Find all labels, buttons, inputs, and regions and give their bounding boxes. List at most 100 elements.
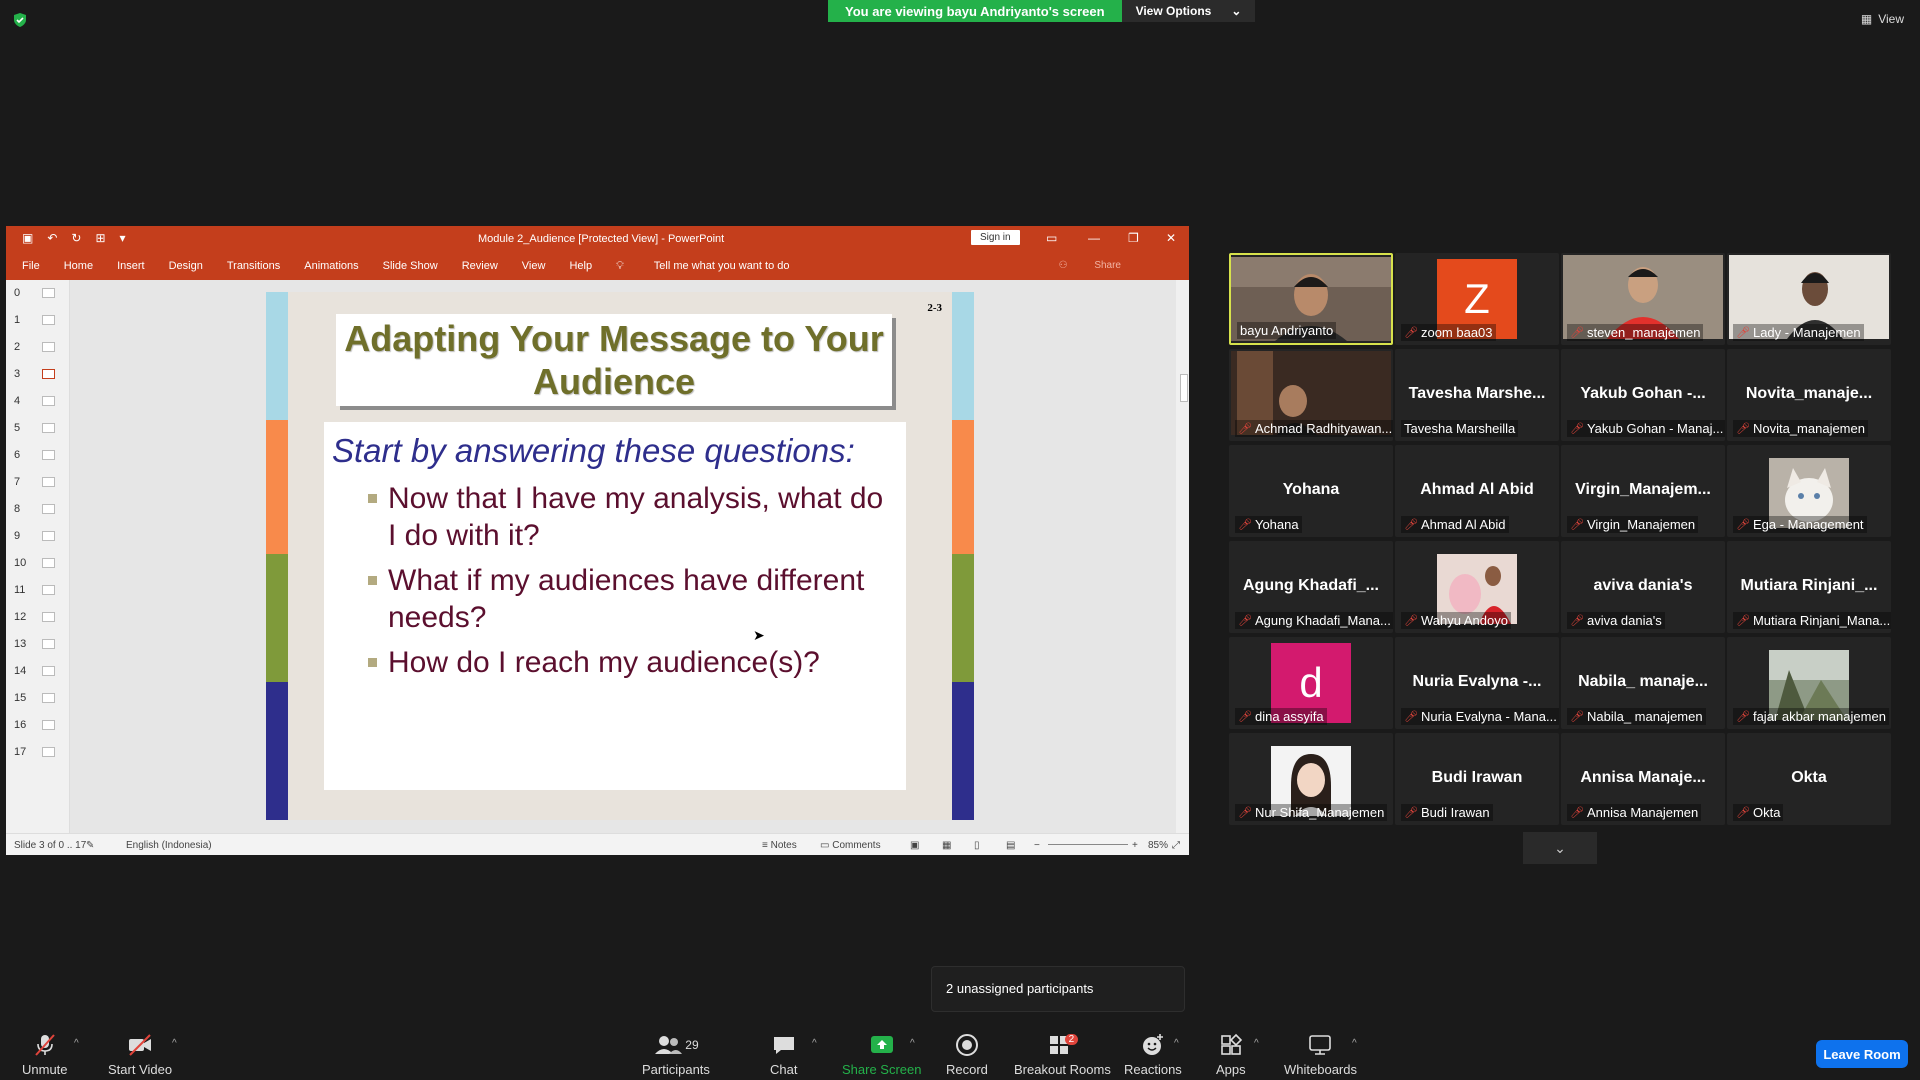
zoom-level[interactable]: 85% (1148, 840, 1168, 851)
zoom-out-icon[interactable]: − (1034, 840, 1040, 851)
tell-me-search[interactable]: Tell me what you want to do (654, 260, 790, 272)
participant-tile[interactable]: d 🎤︎ dina assyifa (1229, 637, 1393, 729)
participant-tile[interactable]: Tavesha Marshe... Tavesha Marsheilla (1395, 349, 1559, 441)
whiteboards-options-caret[interactable]: ^ (1352, 1038, 1357, 1049)
vertical-scrollbar[interactable] (1176, 280, 1189, 833)
slideshow-icon[interactable]: ▤ (1006, 840, 1015, 851)
breakout-rooms-button[interactable]: 2 Breakout Rooms (1014, 1032, 1111, 1077)
slide-thumbnail[interactable]: 10 (14, 554, 66, 572)
slide-sorter-icon[interactable]: ▦ (942, 840, 951, 851)
ribbon-tab-animations[interactable]: Animations (304, 260, 358, 272)
minimize-icon[interactable]: — (1088, 231, 1100, 245)
ribbon-tab-design[interactable]: Design (169, 260, 203, 272)
participant-tile[interactable]: Budi Irawan 🎤︎ Budi Irawan (1395, 733, 1559, 825)
present-icon[interactable]: ⊞ (95, 231, 105, 245)
slide-thumbnail[interactable]: 5 (14, 419, 66, 437)
customize-qa-icon[interactable]: ▾ (120, 231, 126, 245)
participant-tile[interactable]: Z 🎤︎ zoom baa03 (1395, 253, 1559, 345)
language-label[interactable]: English (Indonesia) (126, 840, 212, 851)
record-button[interactable]: Record (946, 1032, 988, 1077)
comments-button[interactable]: ▭ Comments (820, 840, 881, 851)
audio-options-caret[interactable]: ^ (74, 1038, 79, 1049)
participant-tile[interactable]: Ahmad Al Abid 🎤︎ Ahmad Al Abid (1395, 445, 1559, 537)
ribbon-tab-slide-show[interactable]: Slide Show (383, 260, 438, 272)
ribbon-tab-review[interactable]: Review (462, 260, 498, 272)
participant-tile[interactable]: Yakub Gohan -... 🎤︎ Yakub Gohan - Manaj..… (1561, 349, 1725, 441)
participant-tile[interactable]: 🎤︎ Achmad Radhityawan... (1229, 349, 1393, 441)
start-video-button[interactable]: Start Video (108, 1032, 172, 1077)
slide-thumbnail[interactable]: 6 (14, 446, 66, 464)
participant-tile[interactable]: Okta 🎤︎ Okta (1727, 733, 1891, 825)
redo-icon[interactable]: ↻ (71, 231, 81, 245)
ribbon-tab-transitions[interactable]: Transitions (227, 260, 280, 272)
slide-thumbnail[interactable]: 17 (14, 743, 66, 761)
apps-options-caret[interactable]: ^ (1254, 1038, 1259, 1049)
slide-thumbnail[interactable]: 15 (14, 689, 66, 707)
participant-tile[interactable]: Virgin_Manajem... 🎤︎ Virgin_Manajemen (1561, 445, 1725, 537)
participants-button[interactable]: 29 Participants (642, 1032, 710, 1077)
view-options-button[interactable]: View Options ⌄ (1121, 0, 1256, 22)
slide-thumbnail[interactable]: 4 (14, 392, 66, 410)
security-shield-icon[interactable] (12, 12, 28, 28)
view-button[interactable]: ▦ View (1861, 12, 1904, 26)
participant-tile[interactable]: 🎤︎ fajar akbar manajemen (1727, 637, 1891, 729)
ribbon-tab-insert[interactable]: Insert (117, 260, 145, 272)
whiteboards-button[interactable]: Whiteboards (1284, 1032, 1357, 1077)
close-icon[interactable]: ✕ (1166, 231, 1176, 245)
ribbon-tab-file[interactable]: File (22, 260, 40, 272)
reading-view-icon[interactable]: ▯ (974, 840, 980, 851)
slide-thumbnail[interactable]: 2 (14, 338, 66, 356)
apps-button[interactable]: Apps (1216, 1032, 1246, 1077)
participant-tile[interactable]: bayu Andriyanto (1229, 253, 1393, 345)
normal-view-icon[interactable]: ▣ (910, 840, 919, 851)
participant-tile[interactable]: Nuria Evalyna -... 🎤︎ Nuria Evalyna - Man… (1395, 637, 1559, 729)
slide-thumbnail[interactable]: 9 (14, 527, 66, 545)
undo-icon[interactable]: ↶ (47, 231, 57, 245)
share-options-caret[interactable]: ^ (910, 1038, 915, 1049)
ribbon-display-icon[interactable]: ▭ (1046, 231, 1057, 245)
gallery-next-page-button[interactable]: ⌄ (1523, 832, 1597, 864)
notes-button[interactable]: ≡ Notes (762, 840, 797, 851)
slide-thumbnail[interactable]: 7 (14, 473, 66, 491)
participant-display-name: Virgin_Manajem... (1575, 481, 1711, 498)
fit-slide-icon[interactable]: ⤢ (1172, 840, 1180, 851)
participant-tile[interactable]: Nabila_ manaje... 🎤︎ Nabila_ manajemen (1561, 637, 1725, 729)
slide-thumbnail[interactable]: 16 (14, 716, 66, 734)
slide-thumbnail[interactable]: 13 (14, 635, 66, 653)
participant-tile[interactable]: Yohana 🎤︎ Yohana (1229, 445, 1393, 537)
slide-thumbnail[interactable]: 1 (14, 311, 66, 329)
ribbon-tab-help[interactable]: Help (569, 260, 592, 272)
participant-tile[interactable]: Annisa Manaje... 🎤︎ Annisa Manajemen (1561, 733, 1725, 825)
participant-tile[interactable]: Novita_manaje... 🎤︎ Novita_manajemen (1727, 349, 1891, 441)
unmute-button[interactable]: Unmute (22, 1032, 68, 1077)
slide-thumbnail[interactable]: 14 (14, 662, 66, 680)
slide-thumbnail[interactable]: 0 (14, 284, 66, 302)
participant-tile[interactable]: 🎤︎ Wahyu Andoyo (1395, 541, 1559, 633)
participant-tile[interactable]: 🎤︎ Nur Shifa_Manajemen (1229, 733, 1393, 825)
slide-thumbnail[interactable]: 12 (14, 608, 66, 626)
chat-button[interactable]: Chat (770, 1032, 797, 1077)
participant-tile[interactable]: 🎤︎ Ega - Management (1727, 445, 1891, 537)
spellcheck-icon[interactable]: ✎ (86, 840, 94, 851)
participant-tile[interactable]: 🎤︎ steven_manajemen (1561, 253, 1725, 345)
slide-thumbnail[interactable]: 8 (14, 500, 66, 518)
participant-tile[interactable]: Agung Khadafi_... 🎤︎ Agung Khadafi_Mana..… (1229, 541, 1393, 633)
participant-tile[interactable]: Mutiara Rinjani_... 🎤︎ Mutiara Rinjani_Ma… (1727, 541, 1891, 633)
sign-in-button[interactable]: Sign in (971, 230, 1020, 245)
chat-options-caret[interactable]: ^ (812, 1038, 817, 1049)
save-icon[interactable]: ▣ (22, 231, 33, 245)
reactions-options-caret[interactable]: ^ (1174, 1038, 1179, 1049)
participant-tile[interactable]: 🎤︎ Lady - Manajemen (1727, 253, 1891, 345)
leave-room-button[interactable]: Leave Room (1816, 1040, 1908, 1068)
zoom-in-icon[interactable]: + (1132, 840, 1138, 851)
slide-thumbnail-active[interactable]: 3 (14, 365, 66, 383)
slide-thumbnail[interactable]: 11 (14, 581, 66, 599)
participant-tile[interactable]: aviva dania's 🎤︎ aviva dania's (1561, 541, 1725, 633)
restore-icon[interactable]: ❐ (1128, 231, 1139, 245)
ribbon-tab-home[interactable]: Home (64, 260, 93, 272)
video-options-caret[interactable]: ^ (172, 1038, 177, 1049)
zoom-slider[interactable] (1048, 844, 1128, 845)
scrollbar-thumb[interactable] (1180, 374, 1188, 402)
share-button[interactable]: ⚇ Share (1059, 260, 1145, 271)
ribbon-tab-view[interactable]: View (522, 260, 546, 272)
